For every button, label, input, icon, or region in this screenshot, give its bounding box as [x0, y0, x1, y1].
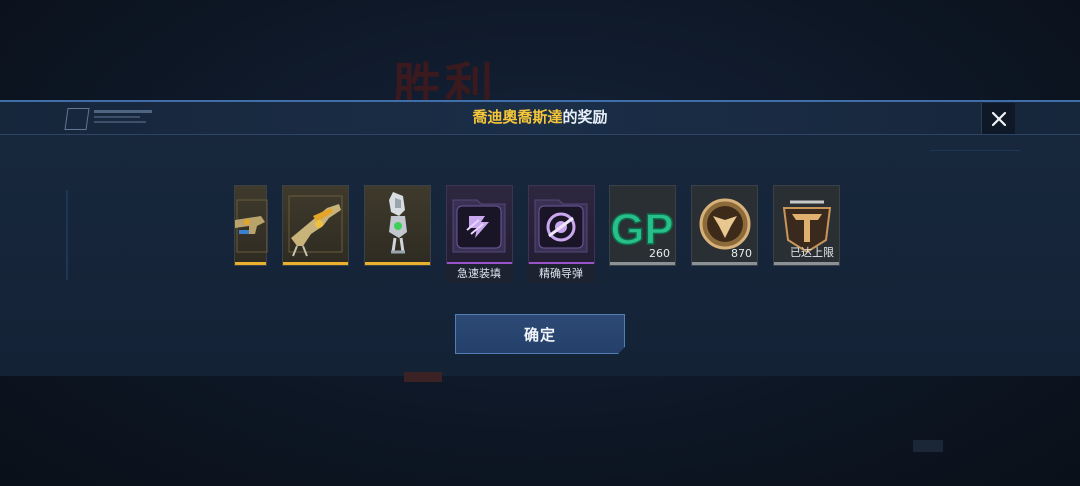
- reward-item-currency-gp[interactable]: GP 260: [609, 185, 676, 266]
- title-suffix: 的奖励: [562, 108, 608, 126]
- background-decor: [404, 372, 442, 382]
- gun-icon: [235, 199, 268, 253]
- target-skill-icon: [534, 199, 588, 253]
- reward-count: 260: [649, 247, 670, 260]
- close-icon: [991, 111, 1006, 126]
- rarity-bar: [283, 262, 348, 265]
- reward-item-weapon-partial[interactable]: [234, 185, 268, 266]
- decor-line: [930, 150, 1020, 151]
- reward-item-badge-medal[interactable]: 870: [691, 185, 758, 266]
- player-name: 喬迪奧喬斯達: [472, 108, 563, 126]
- reward-label-precision-missile: 精确导弹: [527, 264, 595, 283]
- reward-item-weapon-rifle[interactable]: [282, 185, 349, 266]
- rifle-icon: [288, 195, 343, 257]
- reward-item-skill-quick-reload[interactable]: [446, 185, 513, 266]
- decor-line: [66, 190, 68, 280]
- reward-count: 870: [731, 247, 752, 260]
- confirm-button-label: 确定: [523, 325, 556, 344]
- character-icon: [389, 192, 407, 254]
- reward-label-quick-reload: 急速装填: [445, 264, 513, 283]
- reward-item-character[interactable]: [364, 185, 431, 266]
- rarity-bar: [692, 262, 757, 265]
- dialog-title: 喬迪奧喬斯達的奖励: [0, 106, 1080, 128]
- rarity-bar: [365, 262, 430, 265]
- reward-item-skill-precision-missile[interactable]: [528, 185, 595, 266]
- close-button[interactable]: [981, 103, 1015, 134]
- rarity-bar: [235, 262, 266, 265]
- rarity-bar: [610, 262, 675, 265]
- background-decor: [913, 440, 943, 452]
- confirm-button[interactable]: 确定: [455, 314, 625, 354]
- rarity-bar: [774, 262, 839, 265]
- folder-skill-icon: [452, 199, 506, 253]
- reward-item-rank-emblem[interactable]: 已达上限: [773, 185, 840, 266]
- reward-count: 已达上限: [790, 246, 834, 259]
